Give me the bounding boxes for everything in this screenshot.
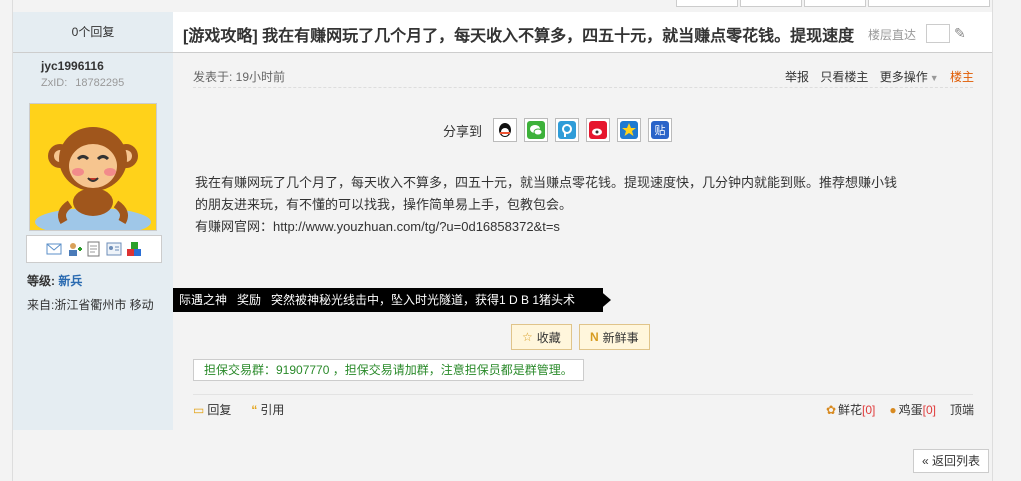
add-friend-icon[interactable] xyxy=(66,241,82,257)
zxid-label: ZxID: xyxy=(41,77,68,89)
collect-button[interactable]: ☆ 收藏 xyxy=(511,324,572,350)
banner-arrow xyxy=(597,288,611,312)
more-actions-link[interactable]: 更多操作 ▼ xyxy=(880,70,939,84)
only-op-link[interactable]: 只看楼主 xyxy=(820,70,868,84)
thread-title-bar: [游戏攻略] 我在有赚网玩了几个月了，每天收入不算多，四五十元，就当赚点零花钱。… xyxy=(173,12,992,53)
top-button-stub[interactable] xyxy=(676,0,738,7)
egg-button[interactable]: ● 鸡蛋[0] xyxy=(889,401,936,418)
flower-icon: ✿ xyxy=(825,403,837,417)
level-label: 等级: xyxy=(27,274,55,288)
reply-icon: ▭ xyxy=(193,403,205,417)
user-card-icon[interactable] xyxy=(106,241,122,257)
jump-floor-label: 楼层直达 xyxy=(868,28,917,42)
qq-icon[interactable] xyxy=(493,118,518,142)
post-container: 0个回复 jyc1996116 ZxID: 18782295 等级: 新兵 来自… xyxy=(13,12,992,430)
luck-banner: 际遇之神 奖励 突然被神秘光线击中，坠入时光隧道，获得1 D B 1猪头术 xyxy=(173,288,603,312)
banner-text: 突然被神秘光线击中，坠入时光隧道，获得1 D B 1猪头术 xyxy=(271,293,576,307)
egg-label: 鸡蛋 xyxy=(898,403,923,417)
star-icon[interactable] xyxy=(617,118,642,142)
post-divider xyxy=(193,87,973,88)
monkey-avatar-icon xyxy=(30,104,156,230)
flower-button[interactable]: ✿ 鲜花[0] xyxy=(826,401,875,418)
top-button-stub[interactable] xyxy=(804,0,866,7)
content-line: 的朋友进来玩，有不懂的可以找我，操作简单易上手，包教包会。 xyxy=(195,197,573,212)
thread-title: [游戏攻略] 我在有赚网玩了几个月了，每天收入不算多，四五十元，就当赚点零花钱。… xyxy=(183,28,855,45)
author-action-icons xyxy=(26,235,162,263)
share-label: 分享到 xyxy=(443,123,483,139)
news-label: 新鲜事 xyxy=(602,330,639,345)
reply-label: 回复 xyxy=(207,403,232,417)
wrench-icon[interactable]: ✎ xyxy=(954,25,966,42)
author-sidebar: 0个回复 jyc1996116 ZxID: 18782295 等级: 新兵 来自… xyxy=(13,12,173,430)
svg-text:贴: 贴 xyxy=(655,123,666,137)
footer-divider xyxy=(193,394,973,395)
top-link[interactable]: 顶端 xyxy=(950,401,974,418)
top-button-stub[interactable] xyxy=(740,0,802,7)
news-n-icon: N xyxy=(590,330,599,344)
banner-award: 奖励 xyxy=(237,293,262,307)
quote-icon: “ xyxy=(251,403,258,417)
level-value[interactable]: 新兵 xyxy=(58,274,82,288)
tieba-icon[interactable]: 贴 xyxy=(648,118,673,142)
author-name[interactable]: jyc1996116 xyxy=(41,59,104,73)
op-badge: 楼主 xyxy=(949,70,974,84)
post-time: 发表于: 19小时前 xyxy=(193,70,286,84)
more-actions-label: 更多操作 xyxy=(879,70,928,84)
news-button[interactable]: N 新鲜事 xyxy=(579,324,650,350)
qzone-icon[interactable] xyxy=(555,118,580,142)
collect-label: 收藏 xyxy=(536,330,561,345)
back-to-list-button[interactable]: « 返回列表 xyxy=(913,449,990,473)
content-line: 我在有赚网玩了几个月了，每天收入不算多，四五十元，就当赚点零花钱。提现速度快，几… xyxy=(195,175,898,190)
reply-count: 0个回复 xyxy=(13,12,173,53)
top-button-stub[interactable] xyxy=(868,0,990,7)
page-edge-right xyxy=(992,0,993,481)
post-content: 我在有赚网玩了几个月了，每天收入不算多，四五十元，就当赚点零花钱。提现速度快，几… xyxy=(195,172,985,238)
egg-count: [0] xyxy=(922,403,936,417)
post-actions: 举报 只看楼主 更多操作 ▼ 楼主 xyxy=(777,68,974,85)
content-link[interactable]: 有赚网官网：http://www.youzhuan.com/tg/?u=0d16… xyxy=(195,216,985,238)
flower-label: 鲜花 xyxy=(838,403,863,417)
egg-icon: ● xyxy=(889,403,897,417)
gift-icon[interactable] xyxy=(126,241,142,257)
quote-button[interactable]: “引用 xyxy=(251,401,284,418)
quote-label: 引用 xyxy=(260,403,285,417)
message-icon[interactable] xyxy=(46,241,62,257)
chevron-down-icon: ▼ xyxy=(929,73,939,83)
author-level: 等级: 新兵 xyxy=(27,272,82,289)
flower-count: [0] xyxy=(862,403,876,417)
profile-icon[interactable] xyxy=(86,241,102,257)
author-zxid: ZxID: 18782295 xyxy=(41,77,124,89)
post-main: [游戏攻略] 我在有赚网玩了几个月了，每天收入不算多，四五十元，就当赚点零花钱。… xyxy=(173,12,992,430)
share-bar: 分享到 贴 xyxy=(443,118,673,142)
post-footer-right: ✿ 鲜花[0] ● 鸡蛋[0] 顶端 xyxy=(826,401,974,418)
zxid-value: 18782295 xyxy=(75,77,125,89)
reply-button[interactable]: ▭ 回复 xyxy=(193,401,231,418)
weibo-icon[interactable] xyxy=(586,118,611,142)
banner-tag: 际遇之神 xyxy=(179,293,228,307)
star-outline-icon: ☆ xyxy=(522,330,533,344)
post-footer-left: ▭ 回复 “引用 xyxy=(193,401,284,418)
report-link[interactable]: 举报 xyxy=(785,70,809,84)
jump-floor-input[interactable] xyxy=(926,24,950,43)
avatar[interactable] xyxy=(29,103,157,231)
guarantee-notice: 担保交易群：91907770 ，担保交易请加群，注意担保员都是群管理。 xyxy=(193,359,584,381)
wechat-icon[interactable] xyxy=(524,118,549,142)
author-location: 来自:浙江省衢州市 移动 xyxy=(27,298,154,312)
